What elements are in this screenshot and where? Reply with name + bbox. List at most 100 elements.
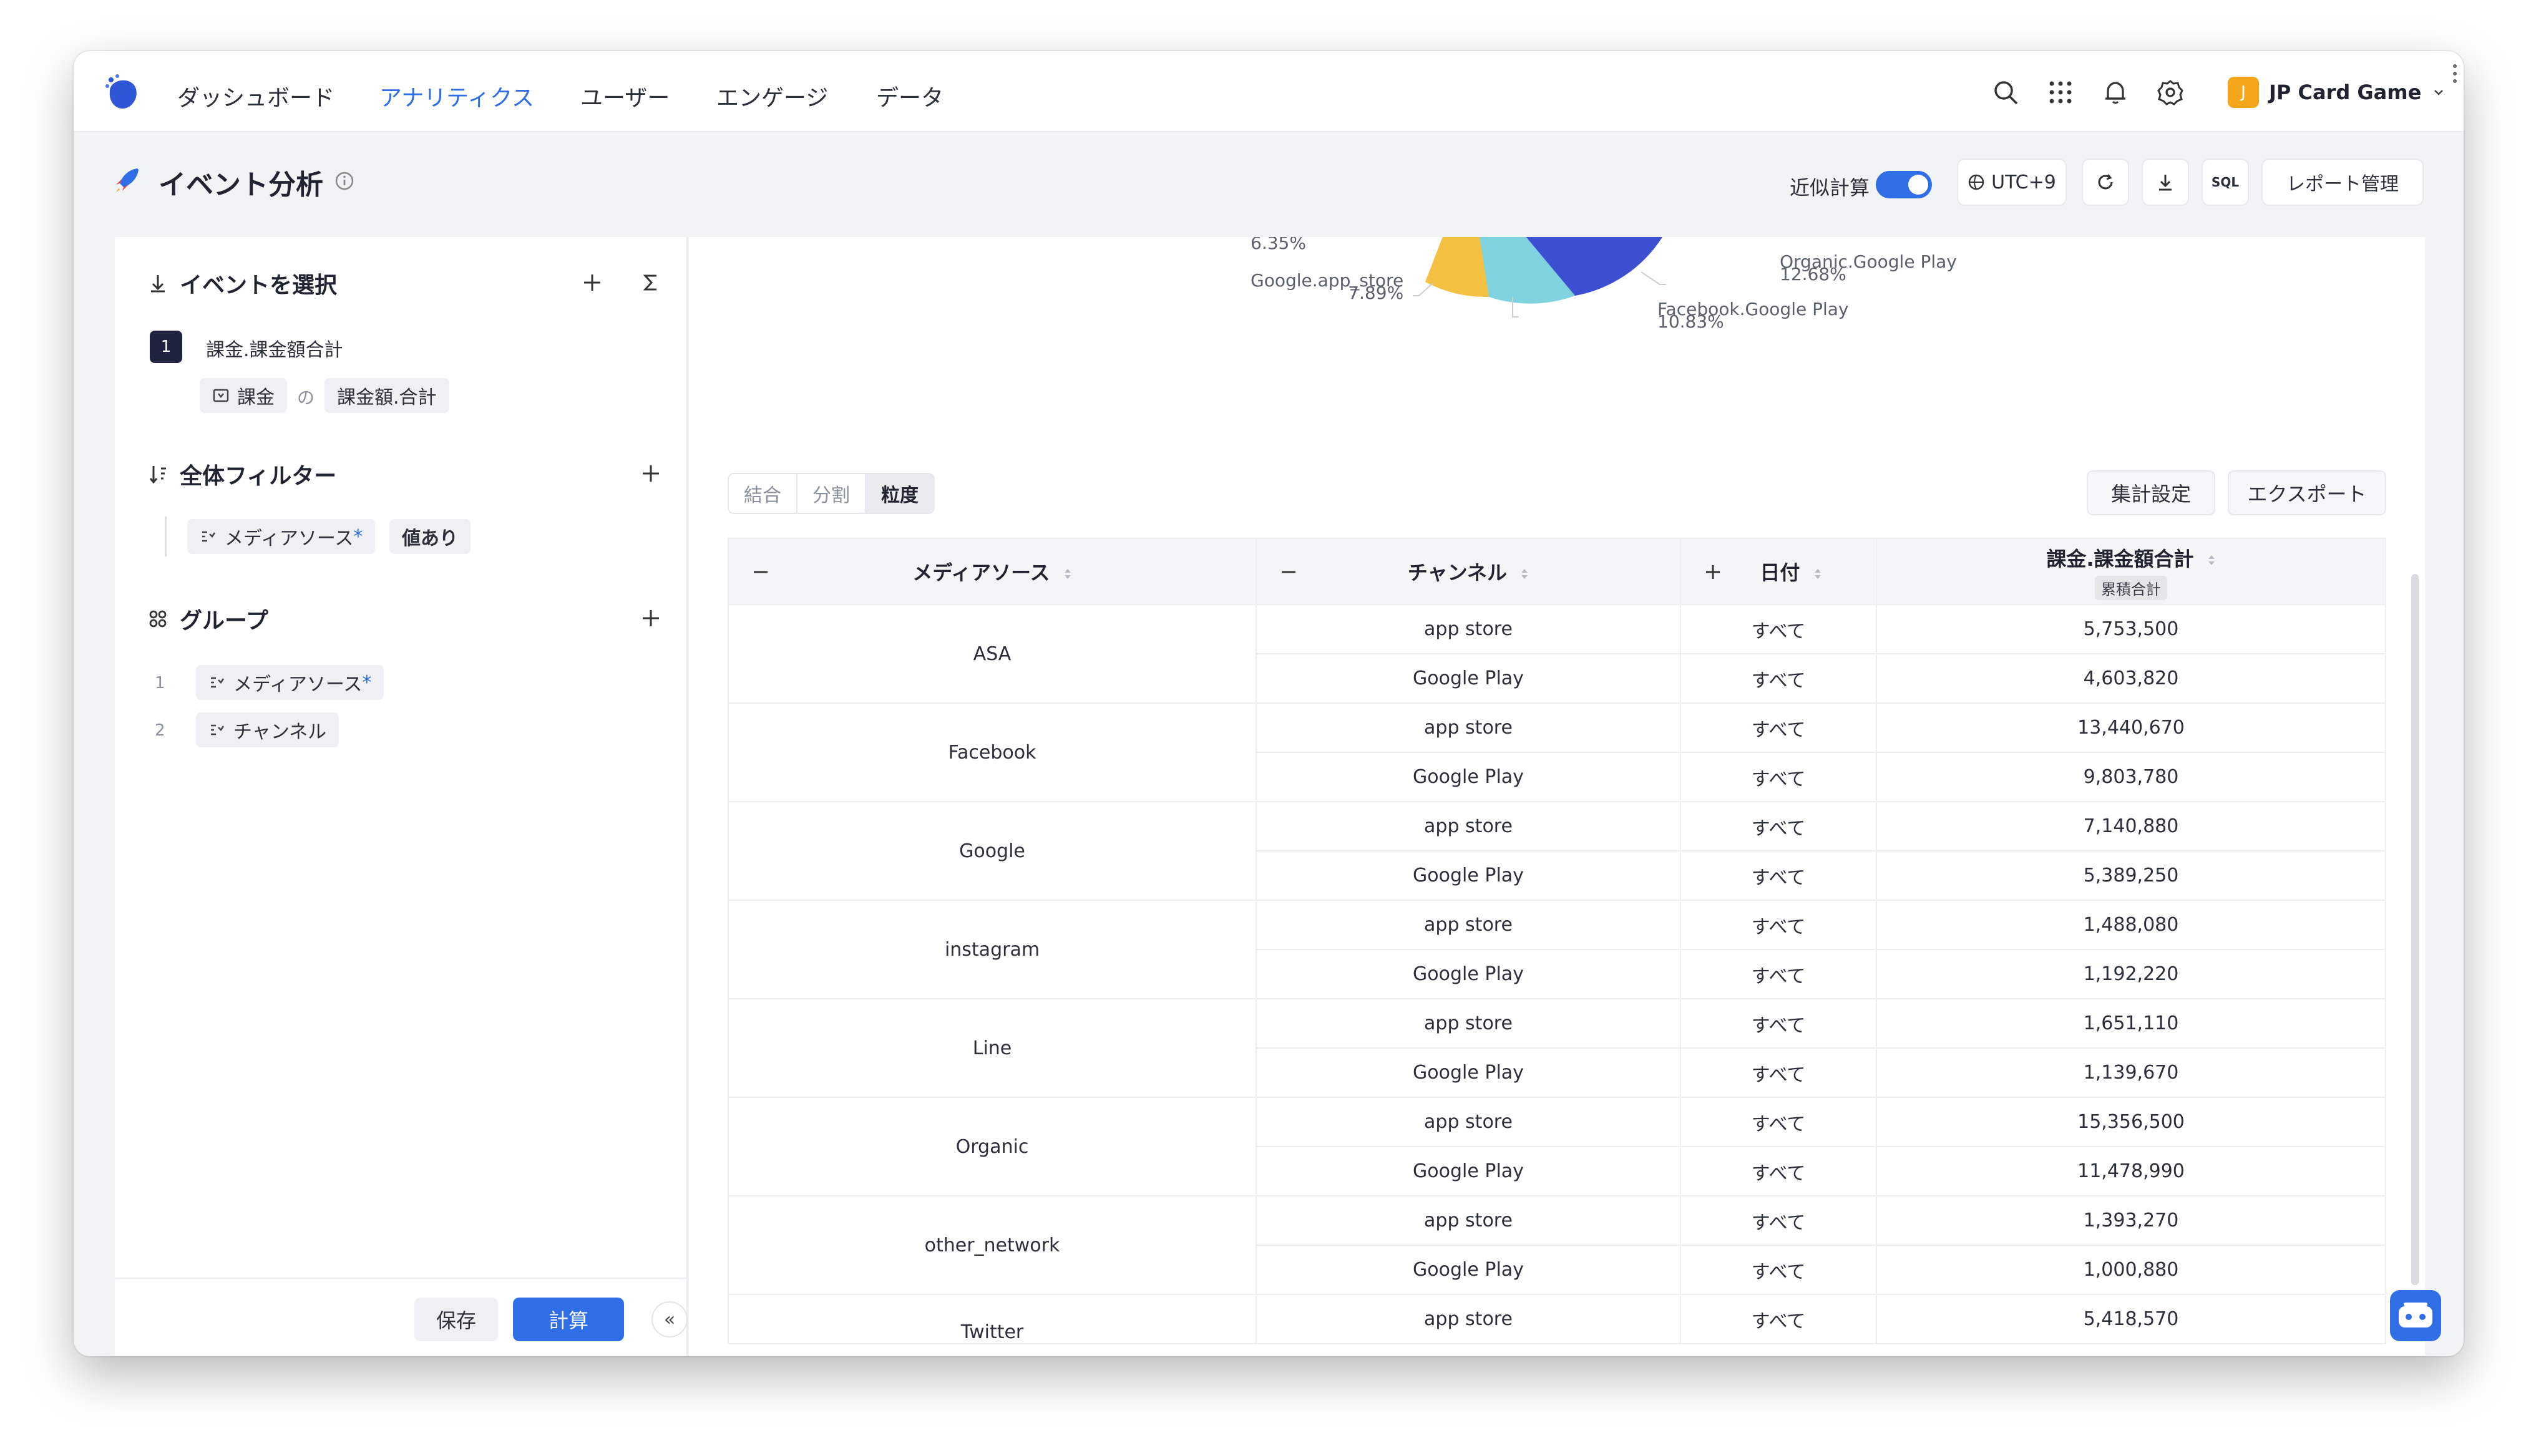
sql-button[interactable]: SQL: [2202, 158, 2249, 206]
cell-channel: app store: [1256, 900, 1681, 950]
gear-icon[interactable]: [2157, 79, 2184, 106]
group-index: 2: [155, 721, 165, 740]
nav-users[interactable]: ユーザー: [580, 80, 670, 112]
cell-channel: Google Play: [1256, 1047, 1681, 1098]
cell-media-source: Line: [728, 998, 1257, 1098]
bell-icon[interactable]: [2102, 79, 2129, 106]
refresh-icon: [2098, 174, 2113, 190]
cell-channel: Google Play: [1256, 1146, 1681, 1196]
timezone-button[interactable]: UTC+9: [1957, 158, 2067, 206]
collapse-minus-icon[interactable]: [751, 563, 770, 581]
cell-media-source: Google: [728, 801, 1257, 901]
collapse-minus-icon[interactable]: [1279, 563, 1298, 581]
sort-icon[interactable]: [2207, 553, 2216, 568]
pie-label: 6.35%: [1251, 237, 1306, 252]
column-header-channel[interactable]: チャンネル: [1256, 538, 1681, 605]
filter-section-title: 全体フィルター: [180, 463, 337, 489]
column-header-date[interactable]: 日付: [1680, 538, 1877, 605]
cell-date: すべて: [1680, 1195, 1877, 1246]
column-header-metric[interactable]: 課金.課金額合計 累積合計: [1876, 538, 2386, 605]
column-label: 課金.課金額合計: [2046, 546, 2194, 571]
logo-icon[interactable]: [104, 72, 144, 112]
expand-plus-icon[interactable]: [1704, 563, 1722, 581]
aggregate-settings-button[interactable]: 集計設定: [2087, 470, 2215, 515]
event-icon: [151, 275, 165, 293]
cell-channel: app store: [1256, 1294, 1681, 1344]
window-menu-dots-icon[interactable]: [2451, 62, 2459, 85]
filter-condition-chip[interactable]: 値あり: [389, 519, 471, 554]
cell-value: 5,418,570: [1876, 1294, 2386, 1344]
cell-date: すべて: [1680, 702, 1877, 753]
report-manage-button[interactable]: レポート管理: [2261, 158, 2424, 206]
sigma-icon[interactable]: [640, 272, 661, 293]
table-row[interactable]: Organic app store すべて 15,356,500: [728, 1097, 2386, 1196]
add-event-icon[interactable]: [582, 272, 603, 293]
chevron-down-icon: [2434, 90, 2444, 95]
cell-channel: app store: [1256, 998, 1681, 1049]
cell-value: 4,603,820: [1876, 653, 2386, 704]
sort-icon[interactable]: [1813, 566, 1822, 581]
table-body: ASA app store すべて 5,753,500 Google Play すべて 4,…: [728, 604, 2386, 1344]
cell-media-source: instagram: [728, 900, 1257, 999]
filter-field-star: *: [353, 525, 363, 548]
page-header: イベント分析 近似計算 UTC+9 SQL レポート管理: [74, 132, 2464, 232]
apps-grid-icon[interactable]: [2047, 79, 2074, 106]
table-scrollbar[interactable]: [2411, 574, 2419, 1285]
cell-value: 1,488,080: [1876, 900, 2386, 950]
query-builder-panel: イベントを選択 1 課金.課金額合計 課金 の 課金額.合計 全体フィルター メ…: [115, 237, 688, 1356]
refresh-button[interactable]: [2082, 158, 2129, 206]
nav-data[interactable]: データ: [876, 80, 944, 112]
cell-channel: Google Play: [1256, 949, 1681, 999]
pie-leader-line: [1641, 271, 1666, 285]
group-chip-channel[interactable]: チャンネル: [196, 712, 339, 747]
add-filter-icon[interactable]: [640, 463, 661, 484]
cell-channel: app store: [1256, 702, 1681, 753]
table-row[interactable]: Line app store すべて 1,651,110: [728, 998, 2386, 1098]
table-row[interactable]: Twitter app store すべて 5,418,570: [728, 1294, 2386, 1344]
project-selector[interactable]: J JP Card Game: [2228, 75, 2445, 110]
download-button[interactable]: [2142, 158, 2189, 206]
tab-split[interactable]: 分割: [797, 474, 866, 513]
cell-date: すべて: [1680, 653, 1877, 704]
cell-date: すべて: [1680, 801, 1877, 852]
nav-dashboard[interactable]: ダッシュボード: [177, 80, 334, 112]
save-button[interactable]: 保存: [414, 1298, 498, 1341]
export-button[interactable]: エクスポート: [2228, 470, 2386, 515]
cell-media-source: ASA: [728, 604, 1257, 704]
add-group-icon[interactable]: [640, 608, 661, 629]
approx-calc-toggle[interactable]: [1876, 171, 1932, 198]
pie-chart: 6.35% Google.app_store 7.89% Facebook.Go…: [689, 237, 2425, 437]
filter-field-chip[interactable]: メディアソース *: [187, 519, 376, 554]
table-row[interactable]: other_network app store すべて 1,393,270: [728, 1195, 2386, 1295]
view-mode-tabs: 結合 分割 粒度: [728, 473, 935, 514]
search-icon[interactable]: [1992, 79, 2019, 106]
table-row[interactable]: Facebook app store すべて 13,440,670: [728, 702, 2386, 802]
collapse-panel-button[interactable]: «: [651, 1301, 688, 1337]
cell-value: 13,440,670: [1876, 702, 2386, 753]
sort-icon[interactable]: [1520, 566, 1529, 581]
cell-media-source: other_network: [728, 1195, 1257, 1295]
sort-icon[interactable]: [1063, 566, 1072, 581]
group-label: メディアソース: [233, 674, 363, 696]
nav-analytics[interactable]: アナリティクス: [379, 80, 534, 112]
nav-engage[interactable]: エンゲージ: [716, 80, 828, 112]
group-chip-media-source[interactable]: メディアソース *: [196, 665, 384, 700]
top-navigation: ダッシュボード アナリティクス ユーザー エンゲージ データ J JP Card…: [74, 51, 2464, 132]
table-row[interactable]: ASA app store すべて 5,753,500: [728, 604, 2386, 704]
assistant-bot-button[interactable]: [2390, 1290, 2441, 1341]
event-source-chip[interactable]: 課金: [200, 378, 287, 413]
calculate-button[interactable]: 計算: [513, 1298, 624, 1341]
tab-granularity[interactable]: 粒度: [866, 474, 934, 513]
event-metric-chip[interactable]: 課金額.合計: [324, 378, 449, 413]
info-icon[interactable]: [334, 171, 354, 191]
tab-combine[interactable]: 結合: [729, 474, 797, 513]
column-header-media-source[interactable]: メディアソース: [728, 538, 1257, 605]
results-table: メディアソース チャンネル 日付 課金.課金額合計 累積合計 ASA app s…: [728, 538, 2386, 1344]
event-name[interactable]: 課金.課金額合計: [206, 334, 343, 362]
metric-aggregation-badge: 累積合計: [2095, 575, 2167, 600]
cell-value: 5,753,500: [1876, 604, 2386, 654]
table-row[interactable]: instagram app store すべて 1,488,080: [728, 900, 2386, 999]
cell-channel: Google Play: [1256, 850, 1681, 901]
cell-channel: app store: [1256, 1195, 1681, 1246]
table-row[interactable]: Google app store すべて 7,140,880: [728, 801, 2386, 901]
